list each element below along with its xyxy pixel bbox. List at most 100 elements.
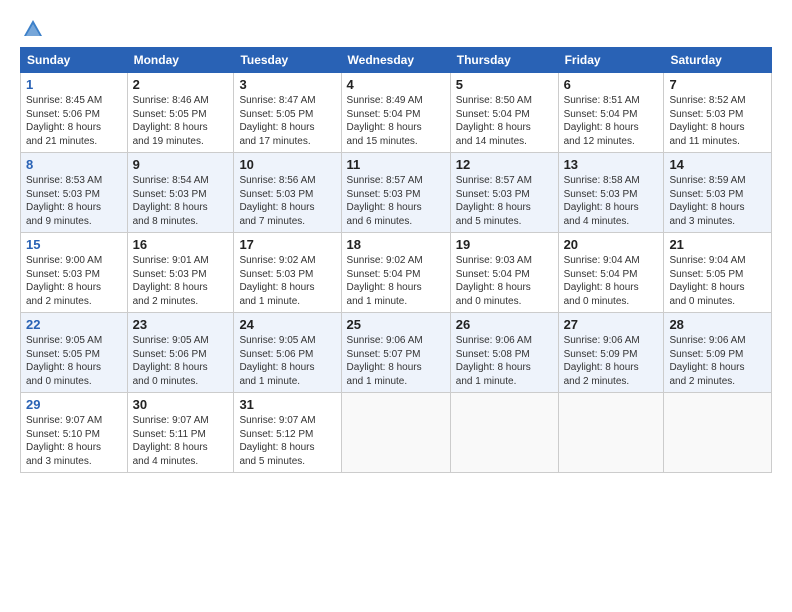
calendar-cell: 31Sunrise: 9:07 AM Sunset: 5:12 PM Dayli… [234, 393, 341, 473]
day-number: 16 [133, 237, 229, 252]
day-number: 23 [133, 317, 229, 332]
calendar-cell: 7 Sunrise: 8:52 AM Sunset: 5:03 PM Daylig… [664, 73, 772, 153]
logo-icon [22, 18, 44, 40]
calendar-cell: 23 Sunrise: 9:05 AM Sunset: 5:06 PM Dayli… [127, 313, 234, 393]
day-info: Sunrise: 9:03 AM Sunset: 5:04 PM Dayligh… [456, 254, 553, 308]
calendar-cell: 5 Sunrise: 8:50 AM Sunset: 5:04 PM Daylig… [450, 73, 558, 153]
calendar-cell: 4Sunrise: 8:49 AM Sunset: 5:04 PM Daylig… [341, 73, 450, 153]
weekday-header-wednesday: Wednesday [341, 48, 450, 73]
calendar-week-row: 22 Sunrise: 9:05 AM Sunset: 5:05 PM Dayli… [21, 313, 772, 393]
calendar-cell: 26 Sunrise: 9:06 AM Sunset: 5:08 PM Dayli… [450, 313, 558, 393]
day-number: 5 [456, 77, 553, 92]
day-info: Sunrise: 8:52 AM Sunset: 5:03 PM Dayligh… [669, 94, 766, 148]
calendar-cell: 1 Sunrise: 8:45 AM Sunset: 5:06 PM Daylig… [21, 73, 128, 153]
day-info: Sunrise: 9:07 AM Sunset: 5:10 PM Dayligh… [26, 414, 122, 468]
day-info: Sunrise: 8:56 AM Sunset: 5:03 PM Dayligh… [239, 174, 335, 228]
calendar-week-row: 8Sunrise: 8:53 AM Sunset: 5:03 PM Daylig… [21, 153, 772, 233]
day-number: 3 [239, 77, 335, 92]
day-info: Sunrise: 9:02 AM Sunset: 5:03 PM Dayligh… [239, 254, 335, 308]
day-info: Sunrise: 9:07 AM Sunset: 5:11 PM Dayligh… [133, 414, 229, 468]
calendar-cell: 3 Sunrise: 8:47 AM Sunset: 5:05 PM Daylig… [234, 73, 341, 153]
day-number: 15 [26, 237, 122, 252]
day-info: Sunrise: 9:06 AM Sunset: 5:09 PM Dayligh… [669, 334, 766, 388]
day-number: 6 [564, 77, 659, 92]
day-info: Sunrise: 9:06 AM Sunset: 5:07 PM Dayligh… [347, 334, 445, 388]
calendar-cell: 27 Sunrise: 9:06 AM Sunset: 5:09 PM Dayli… [558, 313, 664, 393]
weekday-header-monday: Monday [127, 48, 234, 73]
calendar-cell: 30 Sunrise: 9:07 AM Sunset: 5:11 PM Dayli… [127, 393, 234, 473]
day-number: 26 [456, 317, 553, 332]
day-info: Sunrise: 9:05 AM Sunset: 5:06 PM Dayligh… [239, 334, 335, 388]
calendar-cell: 24 Sunrise: 9:05 AM Sunset: 5:06 PM Dayli… [234, 313, 341, 393]
day-info: Sunrise: 8:58 AM Sunset: 5:03 PM Dayligh… [564, 174, 659, 228]
weekday-header-friday: Friday [558, 48, 664, 73]
day-info: Sunrise: 9:05 AM Sunset: 5:05 PM Dayligh… [26, 334, 122, 388]
day-number: 9 [133, 157, 229, 172]
header [20, 18, 772, 37]
day-number: 14 [669, 157, 766, 172]
day-info: Sunrise: 9:04 AM Sunset: 5:04 PM Dayligh… [564, 254, 659, 308]
day-info: Sunrise: 8:47 AM Sunset: 5:05 PM Dayligh… [239, 94, 335, 148]
calendar-cell: 13 Sunrise: 8:58 AM Sunset: 5:03 PM Dayli… [558, 153, 664, 233]
calendar-cell: 25Sunrise: 9:06 AM Sunset: 5:07 PM Dayli… [341, 313, 450, 393]
calendar-cell: 8Sunrise: 8:53 AM Sunset: 5:03 PM Daylig… [21, 153, 128, 233]
day-info: Sunrise: 9:04 AM Sunset: 5:05 PM Dayligh… [669, 254, 766, 308]
calendar-cell: 18 Sunrise: 9:02 AM Sunset: 5:04 PM Dayli… [341, 233, 450, 313]
calendar-cell: 15 Sunrise: 9:00 AM Sunset: 5:03 PM Dayli… [21, 233, 128, 313]
calendar-cell [558, 393, 664, 473]
calendar-cell [450, 393, 558, 473]
calendar-cell: 2 Sunrise: 8:46 AM Sunset: 5:05 PM Daylig… [127, 73, 234, 153]
day-number: 12 [456, 157, 553, 172]
day-info: Sunrise: 8:57 AM Sunset: 5:03 PM Dayligh… [347, 174, 445, 228]
day-info: Sunrise: 9:05 AM Sunset: 5:06 PM Dayligh… [133, 334, 229, 388]
weekday-header-sunday: Sunday [21, 48, 128, 73]
day-number: 24 [239, 317, 335, 332]
day-number: 28 [669, 317, 766, 332]
day-info: Sunrise: 8:57 AM Sunset: 5:03 PM Dayligh… [456, 174, 553, 228]
day-info: Sunrise: 8:59 AM Sunset: 5:03 PM Dayligh… [669, 174, 766, 228]
day-number: 19 [456, 237, 553, 252]
day-info: Sunrise: 9:01 AM Sunset: 5:03 PM Dayligh… [133, 254, 229, 308]
day-number: 7 [669, 77, 766, 92]
day-info: Sunrise: 8:50 AM Sunset: 5:04 PM Dayligh… [456, 94, 553, 148]
day-number: 22 [26, 317, 122, 332]
day-info: Sunrise: 9:06 AM Sunset: 5:08 PM Dayligh… [456, 334, 553, 388]
calendar-cell: 16 Sunrise: 9:01 AM Sunset: 5:03 PM Dayli… [127, 233, 234, 313]
weekday-header-thursday: Thursday [450, 48, 558, 73]
calendar-cell [341, 393, 450, 473]
day-number: 30 [133, 397, 229, 412]
day-info: Sunrise: 8:49 AM Sunset: 5:04 PM Dayligh… [347, 94, 445, 148]
day-number: 10 [239, 157, 335, 172]
calendar-cell: 22 Sunrise: 9:05 AM Sunset: 5:05 PM Dayli… [21, 313, 128, 393]
day-number: 27 [564, 317, 659, 332]
calendar-cell [664, 393, 772, 473]
calendar-cell: 20Sunrise: 9:04 AM Sunset: 5:04 PM Dayli… [558, 233, 664, 313]
calendar-table: SundayMondayTuesdayWednesdayThursdayFrid… [20, 47, 772, 473]
calendar-cell: 6 Sunrise: 8:51 AM Sunset: 5:04 PM Daylig… [558, 73, 664, 153]
day-info: Sunrise: 9:02 AM Sunset: 5:04 PM Dayligh… [347, 254, 445, 308]
calendar-cell: 11Sunrise: 8:57 AM Sunset: 5:03 PM Dayli… [341, 153, 450, 233]
day-number: 13 [564, 157, 659, 172]
day-number: 2 [133, 77, 229, 92]
day-info: Sunrise: 8:45 AM Sunset: 5:06 PM Dayligh… [26, 94, 122, 148]
day-info: Sunrise: 8:53 AM Sunset: 5:03 PM Dayligh… [26, 174, 122, 228]
day-number: 21 [669, 237, 766, 252]
day-info: Sunrise: 9:00 AM Sunset: 5:03 PM Dayligh… [26, 254, 122, 308]
logo [20, 18, 44, 37]
calendar-week-row: 15 Sunrise: 9:00 AM Sunset: 5:03 PM Dayli… [21, 233, 772, 313]
calendar-week-row: 1 Sunrise: 8:45 AM Sunset: 5:06 PM Daylig… [21, 73, 772, 153]
calendar-page: SundayMondayTuesdayWednesdayThursdayFrid… [0, 0, 792, 612]
calendar-cell: 21 Sunrise: 9:04 AM Sunset: 5:05 PM Dayli… [664, 233, 772, 313]
day-info: Sunrise: 8:46 AM Sunset: 5:05 PM Dayligh… [133, 94, 229, 148]
day-number: 18 [347, 237, 445, 252]
calendar-cell: 17Sunrise: 9:02 AM Sunset: 5:03 PM Dayli… [234, 233, 341, 313]
day-number: 31 [239, 397, 335, 412]
calendar-cell: 9 Sunrise: 8:54 AM Sunset: 5:03 PM Daylig… [127, 153, 234, 233]
calendar-header-row: SundayMondayTuesdayWednesdayThursdayFrid… [21, 48, 772, 73]
day-info: Sunrise: 8:51 AM Sunset: 5:04 PM Dayligh… [564, 94, 659, 148]
day-info: Sunrise: 9:06 AM Sunset: 5:09 PM Dayligh… [564, 334, 659, 388]
day-number: 1 [26, 77, 122, 92]
day-info: Sunrise: 8:54 AM Sunset: 5:03 PM Dayligh… [133, 174, 229, 228]
weekday-header-tuesday: Tuesday [234, 48, 341, 73]
calendar-cell: 29Sunrise: 9:07 AM Sunset: 5:10 PM Dayli… [21, 393, 128, 473]
